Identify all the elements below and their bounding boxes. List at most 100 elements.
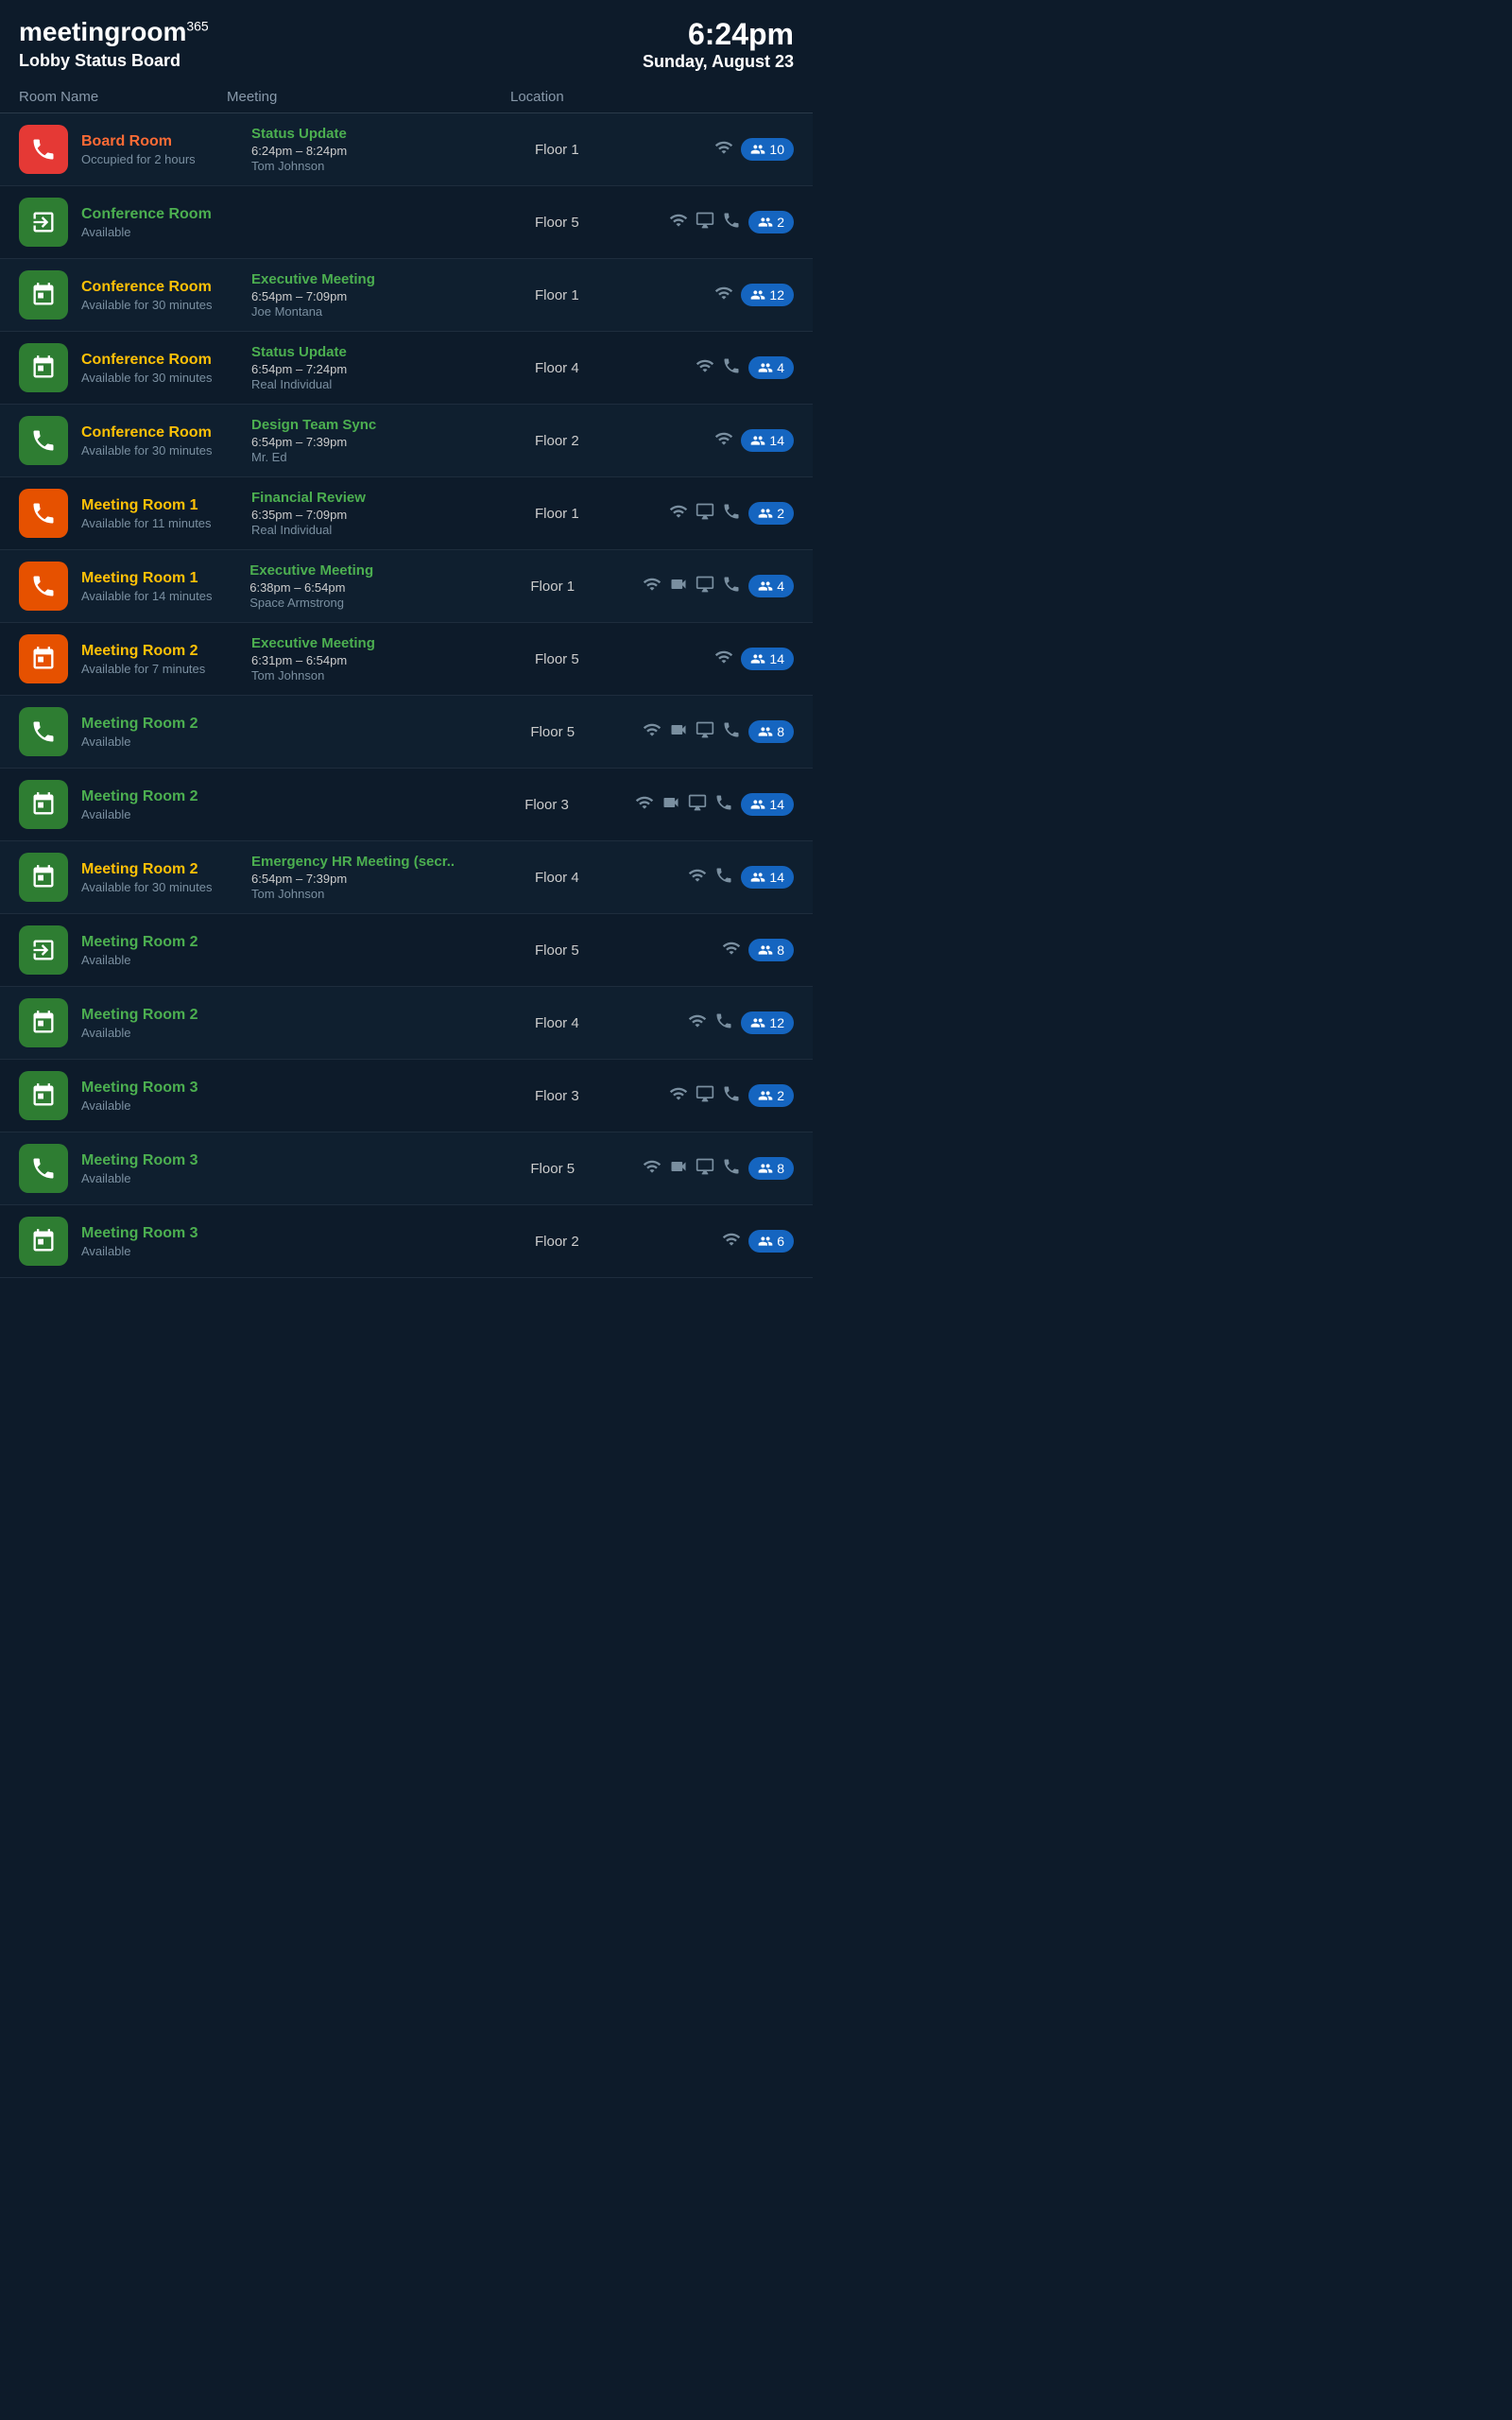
phone-amenity-icon [722,356,741,380]
meeting-time: 6:54pm – 7:24pm [251,362,525,376]
wifi-icon [688,866,707,890]
wifi-icon [635,793,654,817]
wifi-icon [688,1011,707,1035]
room-status: Available for 11 minutes [81,516,251,530]
capacity-badge: 8 [748,720,794,743]
meeting-title: Status Update [251,126,525,142]
room-info: Meeting Room 2 Available [81,1007,251,1040]
capacity-badge: 14 [741,648,794,670]
capacity-badge: 4 [748,575,794,597]
capacity-badge: 8 [748,1157,794,1180]
meeting-title: Emergency HR Meeting (secr.. [251,854,525,870]
meeting-time: 6:24pm – 8:24pm [251,144,525,158]
monitor-icon [696,575,714,598]
room-icon [19,634,68,683]
meeting-info: Executive Meeting 6:31pm – 6:54pm Tom Jo… [251,635,535,683]
meeting-info: Status Update 6:24pm – 8:24pm Tom Johnso… [251,126,535,173]
people-icon [758,506,773,521]
wifi-icon [669,1084,688,1108]
room-icon [19,780,68,829]
monitor-icon [696,502,714,526]
capacity-count: 2 [777,1088,784,1103]
room-status: Available [81,1244,251,1258]
room-status: Available for 7 minutes [81,662,251,676]
capacity-badge: 12 [741,1011,794,1034]
room-amenities: 14 [648,866,794,890]
room-location: Floor 5 [530,1161,643,1177]
capacity-badge: 14 [741,429,794,452]
meeting-time: 6:54pm – 7:09pm [251,289,525,303]
table-row: Meeting Room 2 Available Floor 5 8 [0,696,813,769]
room-location: Floor 3 [535,1088,648,1104]
room-location: Floor 1 [535,506,648,522]
room-icon [19,489,68,538]
table-row: Conference Room Available for 30 minutes… [0,332,813,405]
column-headers: Room Name Meeting Location [0,81,813,113]
wifi-icon [643,720,662,744]
capacity-count: 8 [777,942,784,958]
logo-sup: 365 [186,19,208,34]
room-name: Meeting Room 2 [81,861,251,878]
phone-amenity-icon [722,720,741,744]
people-icon [750,433,765,448]
room-status: Available [81,1026,251,1040]
capacity-count: 10 [769,142,784,157]
table-row: Meeting Room 2 Available for 7 minutes E… [0,623,813,696]
room-amenities: 6 [648,1230,794,1253]
room-icon [19,343,68,392]
room-name: Meeting Room 2 [81,934,251,951]
wifi-icon [722,939,741,962]
room-info: Meeting Room 2 Available for 30 minutes [81,861,251,894]
room-info: Meeting Room 2 Available [81,716,249,749]
room-location: Floor 1 [535,142,648,158]
room-amenities: 10 [648,138,794,162]
room-status: Available for 30 minutes [81,298,251,312]
room-icon [19,416,68,465]
room-info: Meeting Room 2 Available [81,934,251,967]
capacity-count: 8 [777,724,784,739]
table-row: Meeting Room 2 Available for 30 minutes … [0,841,813,914]
room-name: Meeting Room 3 [81,1152,249,1169]
wifi-icon [669,211,688,234]
monitor-icon [696,1157,714,1181]
phone-amenity-icon [714,1011,733,1035]
phone-amenity-icon [722,1084,741,1108]
table-row: Conference Room Available for 30 minutes… [0,405,813,477]
table-row: Conference Room Available for 30 minutes… [0,259,813,332]
room-location: Floor 4 [535,1015,648,1031]
room-location: Floor 3 [524,797,635,813]
wifi-icon [714,648,733,671]
time-display: 6:24pm [643,17,794,52]
room-amenities: 8 [648,939,794,962]
phone-amenity-icon [722,502,741,526]
room-amenities: 2 [648,1084,794,1108]
room-name: Meeting Room 3 [81,1080,251,1097]
room-name: Meeting Room 3 [81,1225,251,1242]
room-icon [19,125,68,174]
room-name: Conference Room [81,206,251,223]
room-icon [19,1144,68,1193]
capacity-count: 14 [769,433,784,448]
room-name: Meeting Room 2 [81,1007,251,1024]
meeting-title: Design Team Sync [251,417,525,433]
room-name: Meeting Room 2 [81,716,249,733]
capacity-count: 6 [777,1234,784,1249]
monitor-icon [688,793,707,817]
meeting-title: Financial Review [251,490,525,506]
meeting-info: Status Update 6:54pm – 7:24pm Real Indiv… [251,344,535,391]
meeting-info: Emergency HR Meeting (secr.. 6:54pm – 7:… [251,854,535,901]
people-icon [758,1234,773,1249]
room-status: Available for 30 minutes [81,371,251,385]
room-status: Available [81,953,251,967]
wifi-icon [714,138,733,162]
wifi-icon [714,429,733,453]
room-amenities: 2 [648,502,794,526]
meeting-organizer: Space Armstrong [249,596,521,610]
room-location: Floor 1 [530,579,643,595]
room-amenities: 8 [643,720,794,744]
room-info: Meeting Room 3 Available [81,1225,251,1258]
phone-amenity-icon [722,575,741,598]
meeting-info: Executive Meeting 6:38pm – 6:54pm Space … [249,562,530,610]
people-icon [758,579,773,594]
room-icon [19,562,68,611]
